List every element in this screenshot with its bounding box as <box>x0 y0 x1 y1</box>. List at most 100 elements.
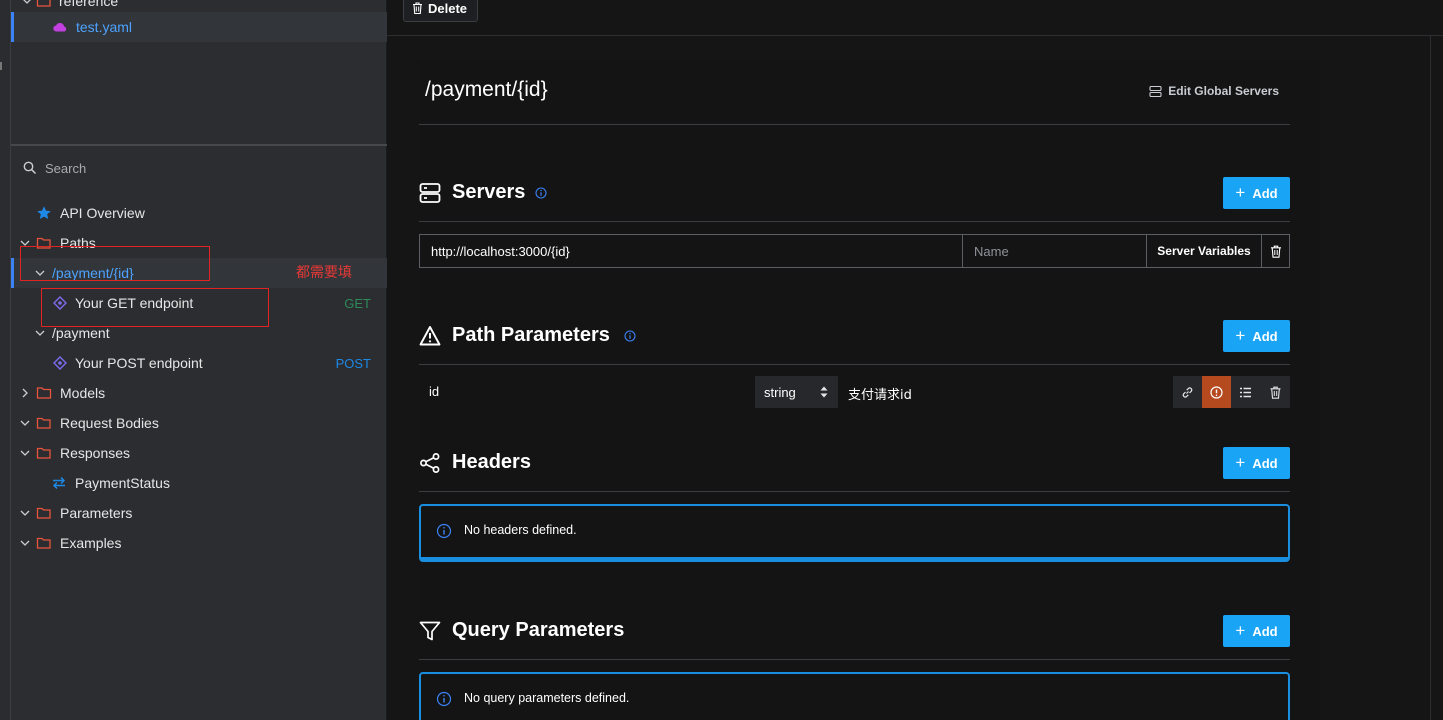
add-header-button[interactable]: + Add <box>1223 447 1290 479</box>
chevron-right-icon <box>19 387 31 399</box>
delete-button-label: Delete <box>428 0 468 16</box>
tree-item-request-bodies[interactable]: Request Bodies <box>11 408 387 438</box>
right-scroll-gutter <box>1430 36 1443 720</box>
parameter-type-select[interactable]: string <box>755 376 838 408</box>
edit-global-servers-button[interactable]: Edit Global Servers <box>1149 84 1279 98</box>
delete-button[interactable]: Delete <box>403 0 479 22</box>
servers-section-header: Servers + Add <box>419 177 1290 209</box>
page-title: /payment/{id} <box>425 78 548 101</box>
folder-open-icon <box>36 415 52 431</box>
query-parameters-empty-message: No query parameters defined. <box>464 691 630 705</box>
tree-item-api-overview[interactable]: API Overview <box>11 198 387 228</box>
activity-bar-marker <box>0 62 2 70</box>
tree-item-label: API Overview <box>60 205 145 221</box>
path-parameters-section-header: Path Parameters + Add <box>419 320 1290 352</box>
list-icon <box>1240 387 1251 397</box>
info-icon[interactable] <box>535 187 547 199</box>
required-toggle-button[interactable] <box>1202 376 1231 408</box>
trash-icon <box>1270 386 1280 399</box>
tree-item-examples[interactable]: Examples <box>11 528 387 558</box>
add-label: Add <box>1252 328 1278 344</box>
add-query-parameter-button[interactable]: + Add <box>1223 615 1290 647</box>
chevron-down-icon <box>19 447 31 459</box>
link-button[interactable] <box>1173 376 1202 408</box>
add-label: Add <box>1252 455 1278 471</box>
swap-arrows-icon <box>51 475 67 491</box>
headers-empty-notice: No headers defined. <box>419 504 1290 562</box>
warning-triangle-icon <box>419 326 441 346</box>
search-bar[interactable] <box>11 153 387 183</box>
endpoint-editor: /payment/{id} Edit Global Servers Server… <box>419 60 1290 720</box>
folder-open-icon <box>36 535 52 551</box>
plus-icon: + <box>1235 620 1246 640</box>
properties-button[interactable] <box>1231 376 1260 408</box>
info-icon <box>436 523 452 539</box>
tree-item-parameters[interactable]: Parameters <box>11 498 387 528</box>
file-item-label: reference <box>59 0 119 9</box>
delete-server-button[interactable] <box>1262 235 1289 267</box>
annotation-box-endpoint <box>41 288 269 327</box>
alert-circle-icon <box>1210 385 1223 399</box>
tree-item-label: /payment <box>52 325 110 341</box>
filter-funnel-icon <box>419 621 441 641</box>
chevron-down-icon <box>21 0 33 7</box>
plus-icon: + <box>1235 182 1246 202</box>
tree-item-label: Examples <box>60 535 122 551</box>
link-icon <box>1182 386 1193 398</box>
add-label: Add <box>1252 185 1278 201</box>
tree-item-post-endpoint[interactable]: Your POST endpoint POST <box>11 348 387 378</box>
headers-section-header: Headers + Add <box>419 447 1290 479</box>
tree-item-models[interactable]: Models <box>11 378 387 408</box>
search-icon <box>23 161 37 175</box>
trash-icon <box>413 2 422 14</box>
parameter-description-field[interactable]: 支付请求id <box>848 384 912 403</box>
edit-global-servers-label: Edit Global Servers <box>1168 84 1279 98</box>
chevron-down-icon <box>19 537 31 549</box>
file-item-label: test.yaml <box>76 19 133 35</box>
plus-icon: + <box>1235 452 1246 472</box>
folder-icon <box>36 385 52 401</box>
activity-bar <box>0 0 11 720</box>
tree-item-label: Models <box>60 385 106 401</box>
server-stack-icon <box>419 183 441 203</box>
query-parameters-section-header: Query Parameters + Add <box>419 615 1290 647</box>
sidebar: reference test.yaml API Overview Paths /… <box>11 0 387 720</box>
endpoint-diamond-icon <box>52 355 68 371</box>
server-row: http://localhost:3000/{id} Server Variab… <box>419 234 1290 268</box>
share-nodes-icon <box>420 453 440 473</box>
annotation-note: 都需要填 <box>296 265 352 281</box>
chevron-down-icon <box>19 507 31 519</box>
folder-open-icon <box>36 505 52 521</box>
search-input[interactable] <box>45 157 365 179</box>
file-panel: reference test.yaml <box>11 0 387 146</box>
server-variables-button[interactable]: Server Variables <box>1147 235 1262 267</box>
divider <box>419 364 1290 365</box>
folder-open-icon <box>36 445 52 461</box>
divider <box>419 491 1290 492</box>
plus-icon: + <box>1235 325 1246 345</box>
delete-parameter-button[interactable] <box>1260 376 1290 408</box>
add-path-parameter-button[interactable]: + Add <box>1223 320 1290 352</box>
tree-item-label: Parameters <box>60 505 133 521</box>
trash-icon <box>1270 245 1281 258</box>
top-toolbar: Delete <box>387 0 1443 36</box>
file-item-test-yaml[interactable]: test.yaml <box>11 12 387 42</box>
chevron-down-icon <box>19 417 31 429</box>
divider <box>419 124 1290 125</box>
info-icon <box>436 691 452 707</box>
cloud-icon <box>52 19 68 35</box>
server-name-input[interactable] <box>963 235 1147 267</box>
add-label: Add <box>1252 623 1278 639</box>
parameter-name-field[interactable]: id <box>429 384 439 399</box>
tree-item-responses[interactable]: Responses <box>11 438 387 468</box>
info-icon[interactable] <box>624 330 636 342</box>
chevron-down-icon <box>34 327 46 339</box>
tree-item-label: Request Bodies <box>60 415 159 431</box>
method-badge-post: POST <box>335 355 371 371</box>
annotation-box-path <box>20 246 210 281</box>
query-parameters-empty-notice: No query parameters defined. <box>419 672 1290 720</box>
server-url-field[interactable]: http://localhost:3000/{id} <box>420 235 963 267</box>
method-badge-get: GET <box>344 295 371 311</box>
tree-item-payment-status[interactable]: PaymentStatus <box>11 468 387 498</box>
add-server-button[interactable]: + Add <box>1223 177 1290 209</box>
